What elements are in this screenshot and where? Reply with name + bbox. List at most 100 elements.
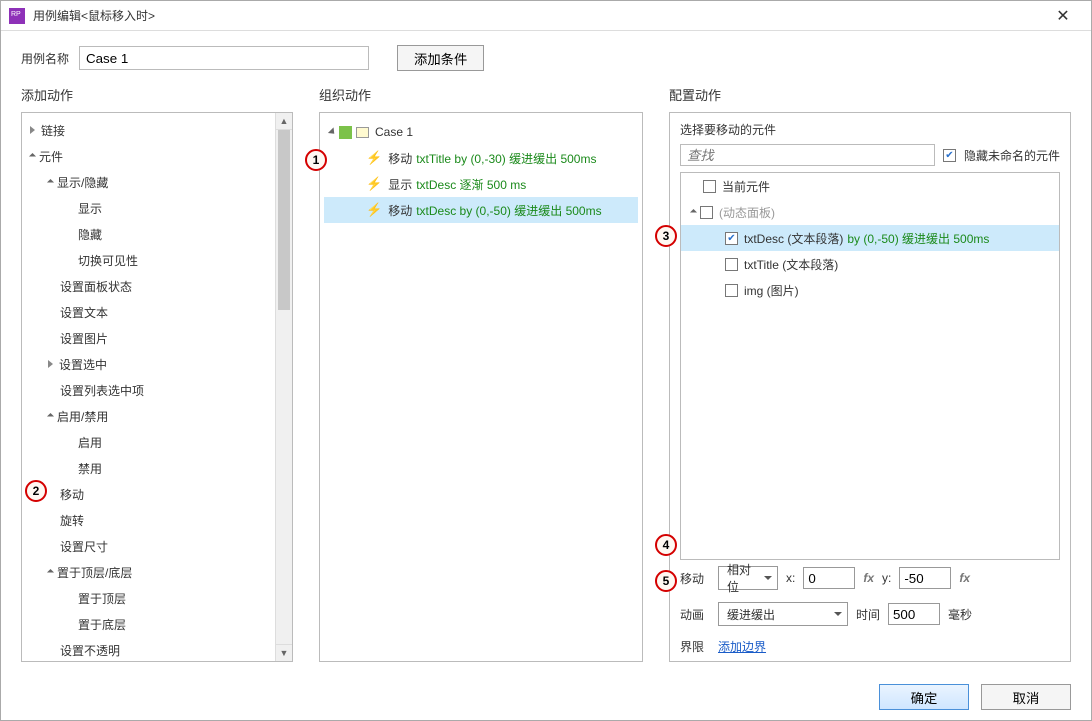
widget-row[interactable]: txtTitle (文本段落) <box>681 251 1059 277</box>
x-label: x: <box>786 571 795 585</box>
widget-checkbox[interactable] <box>725 284 738 297</box>
action-tree-item[interactable]: 设置面板状态 <box>22 273 275 299</box>
config-title: 配置动作 <box>669 85 1071 104</box>
action-tree-label: 置于顶层 <box>78 590 126 607</box>
callout-3: 3 <box>655 225 677 247</box>
bounds-label: 界限 <box>680 638 710 655</box>
widget-picker-title: 选择要移动的元件 <box>670 113 1070 144</box>
y-input[interactable] <box>899 567 951 589</box>
cancel-button[interactable]: 取消 <box>981 684 1071 710</box>
app-icon <box>9 8 25 24</box>
action-tree-item[interactable]: 置于顶层 <box>22 585 275 611</box>
scroll-down-icon[interactable]: ▼ <box>276 644 292 661</box>
widget-row[interactable]: (动态面板) <box>681 199 1059 225</box>
widget-list: 当前元件 (动态面板) txtDesc (文本段落)by (0,-50) 缓进缓出 … <box>680 172 1060 560</box>
scroll-thumb[interactable] <box>278 130 290 310</box>
add-bounds-link[interactable]: 添加边界 <box>718 638 766 655</box>
y-fx-button[interactable]: fx <box>959 571 970 585</box>
anim-label: 动画 <box>680 606 710 623</box>
x-fx-button[interactable]: fx <box>863 571 874 585</box>
dialog-window: 用例编辑<鼠标移入时> ✕ 用例名称 添加条件 添加动作 链接元件显示/隐藏显示… <box>0 0 1092 721</box>
widget-row[interactable]: img (图片) <box>681 277 1059 303</box>
widget-label: (动态面板) <box>719 204 775 221</box>
hide-unnamed-checkbox[interactable] <box>943 149 956 162</box>
org-action-row[interactable]: ⚡移动txtDesc by (0,-50) 缓进缓出 500ms <box>324 197 638 223</box>
action-tree-item[interactable]: 设置不透明 <box>22 637 275 662</box>
callout-1: 1 <box>305 149 327 171</box>
widget-checkbox[interactable] <box>700 206 713 219</box>
action-tree-item[interactable]: 显示/隐藏 <box>22 169 275 195</box>
action-tree-item[interactable]: 旋转 <box>22 507 275 533</box>
search-input[interactable] <box>680 144 935 166</box>
action-tree-label: 置于顶层/底层 <box>57 564 132 581</box>
widget-label: 当前元件 <box>722 178 770 195</box>
action-tree-item[interactable]: 设置选中 <box>22 351 275 377</box>
org-case-row[interactable]: Case 1 <box>324 119 638 145</box>
org-title: 组织动作 <box>319 85 643 104</box>
action-tree-label: 显示/隐藏 <box>57 174 108 191</box>
x-input[interactable] <box>803 567 855 589</box>
time-unit: 毫秒 <box>948 606 972 623</box>
action-tree-item[interactable]: 启用/禁用 <box>22 403 275 429</box>
org-action-target: txtDesc 逐渐 500 ms <box>416 176 526 193</box>
action-tree-item[interactable]: 切换可见性 <box>22 247 275 273</box>
action-tree-item[interactable]: 设置尺寸 <box>22 533 275 559</box>
tree-arrow-icon <box>29 152 36 159</box>
action-tree-item[interactable]: 置于底层 <box>22 611 275 637</box>
callout-5: 5 <box>655 570 677 592</box>
action-tree-label: 元件 <box>39 148 63 165</box>
time-label: 时间 <box>856 606 880 623</box>
time-input[interactable] <box>888 603 940 625</box>
footer: 确定 取消 <box>1 674 1091 720</box>
tree-arrow-icon <box>47 568 54 575</box>
action-tree-item[interactable]: 链接 <box>22 117 275 143</box>
action-tree-item[interactable]: 显示 <box>22 195 275 221</box>
action-tree-label: 启用/禁用 <box>57 408 108 425</box>
hide-unnamed-label: 隐藏未命名的元件 <box>964 147 1060 164</box>
anim-select[interactable]: 缓进缓出 <box>718 602 848 626</box>
action-tree-item[interactable]: 设置图片 <box>22 325 275 351</box>
action-tree-item[interactable]: 设置列表选中项 <box>22 377 275 403</box>
action-tree-item[interactable]: 设置文本 <box>22 299 275 325</box>
case-name-input[interactable] <box>79 46 369 70</box>
action-tree-label: 启用 <box>78 434 102 451</box>
action-tree-item[interactable]: 隐藏 <box>22 221 275 247</box>
scroll-track[interactable] <box>276 130 292 644</box>
case-name: Case 1 <box>375 125 413 139</box>
action-tree-label: 设置文本 <box>60 304 108 321</box>
tree-arrow-icon <box>47 412 54 419</box>
folder-icon <box>356 127 369 138</box>
action-tree-label: 设置面板状态 <box>60 278 132 295</box>
tree-arrow-icon <box>30 126 35 134</box>
widget-checkbox[interactable] <box>725 232 738 245</box>
scrollbar[interactable]: ▲ ▼ <box>275 113 292 661</box>
action-tree-item[interactable]: 置于顶层/底层 <box>22 559 275 585</box>
action-tree-label: 设置列表选中项 <box>60 382 144 399</box>
tree-arrow-icon <box>328 127 337 136</box>
action-tree-label: 链接 <box>41 122 65 139</box>
widget-row[interactable]: txtDesc (文本段落)by (0,-50) 缓进缓出 500ms <box>681 225 1059 251</box>
action-tree-label: 切换可见性 <box>78 252 138 269</box>
action-tree-label: 设置不透明 <box>60 642 120 659</box>
actions-panel: 链接元件显示/隐藏显示隐藏切换可见性设置面板状态设置文本设置图片设置选中设置列表… <box>21 112 293 662</box>
bounds-row: 界限 添加边界 <box>670 632 1070 661</box>
scroll-up-icon[interactable]: ▲ <box>276 113 292 130</box>
org-action-row[interactable]: ⚡显示txtDesc 逐渐 500 ms <box>324 171 638 197</box>
action-tree-item[interactable]: 元件 <box>22 143 275 169</box>
widget-detail: by (0,-50) 缓进缓出 500ms <box>847 230 989 247</box>
action-tree-item[interactable]: 禁用 <box>22 455 275 481</box>
close-icon[interactable]: ✕ <box>1043 6 1083 26</box>
action-tree-item[interactable]: 移动 <box>22 481 275 507</box>
action-tree-item[interactable]: 启用 <box>22 429 275 455</box>
org-action-row[interactable]: ⚡移动txtTitle by (0,-30) 缓进缓出 500ms <box>324 145 638 171</box>
add-condition-button[interactable]: 添加条件 <box>397 45 484 71</box>
move-mode-select[interactable]: 相对位 <box>718 566 778 590</box>
titlebar: 用例编辑<鼠标移入时> ✕ <box>1 1 1091 31</box>
widget-row[interactable]: 当前元件 <box>681 173 1059 199</box>
bolt-icon: ⚡ <box>366 150 382 166</box>
ok-button[interactable]: 确定 <box>879 684 969 710</box>
widget-checkbox[interactable] <box>703 180 716 193</box>
org-action-target: txtTitle by (0,-30) 缓进缓出 500ms <box>416 150 596 167</box>
action-tree-label: 设置选中 <box>59 356 107 373</box>
widget-checkbox[interactable] <box>725 258 738 271</box>
